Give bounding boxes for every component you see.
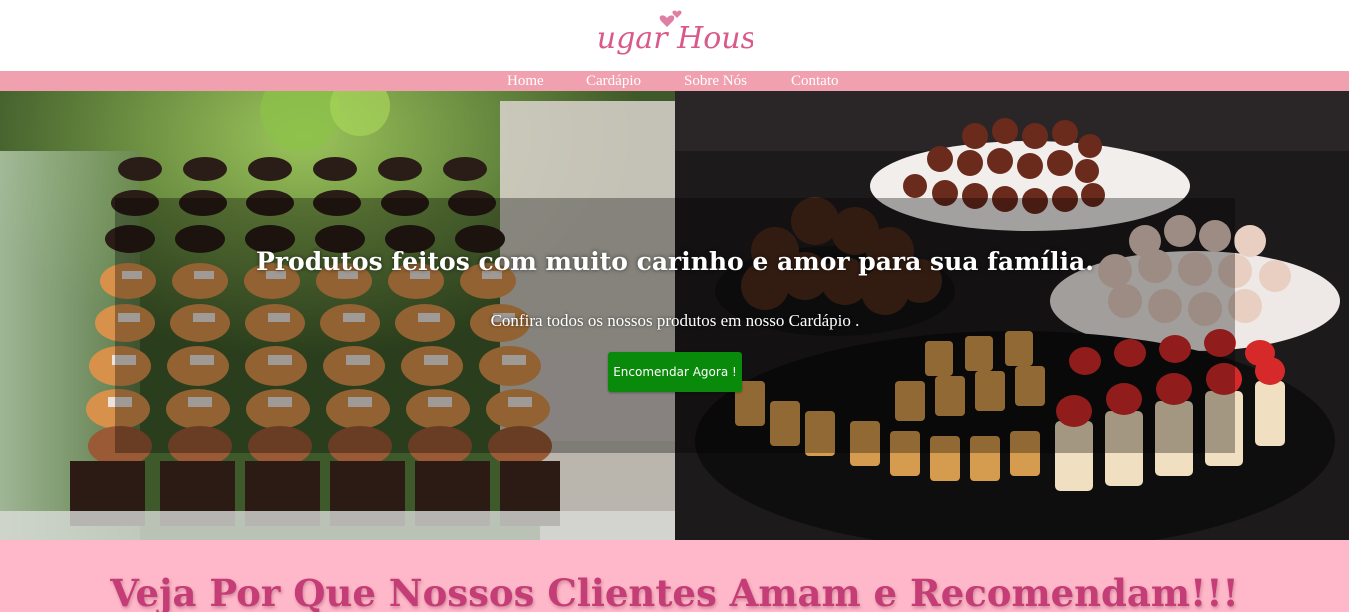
hero-subtitle: Confira todos os nossos produtos em noss…: [490, 311, 860, 330]
order-now-button[interactable]: Encomendar Agora !: [608, 352, 742, 392]
logo-text: Sugar House: [597, 21, 753, 56]
nav-contato[interactable]: Contato: [791, 72, 839, 90]
testimonials-title: Veja Por Que Nossos Clientes Amam e Reco…: [110, 571, 1239, 612]
main-nav: Home Cardápio Sobre Nós Contato: [0, 71, 1349, 91]
site-header: Sugar House: [0, 0, 1349, 71]
nav-home[interactable]: Home: [507, 72, 544, 90]
nav-sobre-nos[interactable]: Sobre Nós: [684, 72, 747, 90]
testimonials-section: Veja Por Que Nossos Clientes Amam e Reco…: [0, 540, 1349, 612]
nav-cardapio[interactable]: Cardápio: [586, 72, 641, 90]
sugar-house-logo[interactable]: Sugar House: [597, 8, 753, 64]
hero-title: Produtos feitos com muito carinho e amor…: [256, 247, 1094, 276]
